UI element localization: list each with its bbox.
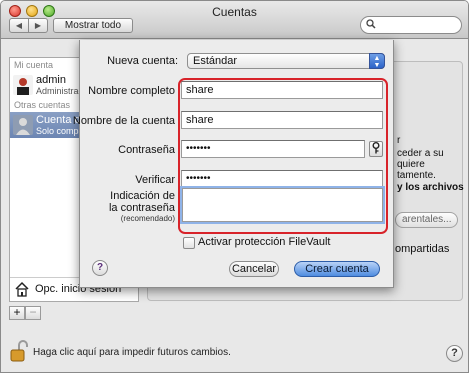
user-avatar-icon xyxy=(13,75,33,95)
search-icon xyxy=(366,19,376,32)
title-bar: Cuentas ◀ ▶ Mostrar todo xyxy=(1,1,468,39)
forward-button[interactable]: ▶ xyxy=(28,18,48,33)
background-text: tamente. xyxy=(397,170,436,181)
hint-label-recommended: (recomendado) xyxy=(120,214,175,223)
highlight-annotation xyxy=(178,78,388,234)
create-account-button[interactable]: Crear cuenta xyxy=(294,261,380,277)
background-text: quiere xyxy=(397,159,425,170)
back-button[interactable]: ◀ xyxy=(9,18,29,33)
background-text: ceder a su xyxy=(397,148,444,159)
background-text: ompartidas xyxy=(395,243,450,255)
remove-account-button[interactable]: − xyxy=(25,306,41,320)
cancel-button[interactable]: Cancelar xyxy=(229,261,279,277)
verify-label: Verificar xyxy=(135,174,175,186)
add-account-button[interactable]: + xyxy=(9,306,25,320)
sheet-help-button[interactable]: ? xyxy=(92,260,108,276)
new-account-sheet: Nueva cuenta: Estándar ▲ ▼ Nombre complet… xyxy=(73,40,394,288)
search-input[interactable] xyxy=(360,16,462,34)
full-name-label: Nombre completo xyxy=(88,85,175,97)
new-account-label: Nueva cuenta: xyxy=(107,55,178,67)
popup-arrows-icon: ▲ ▼ xyxy=(369,53,385,69)
background-text: r xyxy=(397,135,401,146)
account-name: admin xyxy=(36,74,66,86)
unlocked-padlock-icon[interactable] xyxy=(10,340,28,362)
preferences-window: Cuentas ◀ ▶ Mostrar todo Mi cuenta admin… xyxy=(0,0,469,373)
show-all-button[interactable]: Mostrar todo xyxy=(53,18,133,33)
hint-label-line1: Indicación de xyxy=(110,190,175,202)
password-label: Contraseña xyxy=(118,144,175,156)
account-name-label: Nombre de la cuenta xyxy=(72,115,175,127)
account-type-popup[interactable]: Estándar ▲ ▼ xyxy=(187,53,385,69)
user-silhouette-icon xyxy=(13,115,33,135)
help-button[interactable]: ? xyxy=(446,345,463,362)
background-text: y los archivos xyxy=(397,182,464,193)
home-icon xyxy=(15,281,29,297)
lock-message: Haga clic aquí para impedir futuros camb… xyxy=(33,347,231,358)
hint-label-line2: la contraseña xyxy=(108,202,175,214)
account-type-value: Estándar xyxy=(193,55,238,67)
filevault-label: Activar protección FileVault xyxy=(198,236,331,248)
filevault-checkbox[interactable] xyxy=(183,237,195,249)
parental-controls-button[interactable]: arentales... xyxy=(395,212,459,228)
